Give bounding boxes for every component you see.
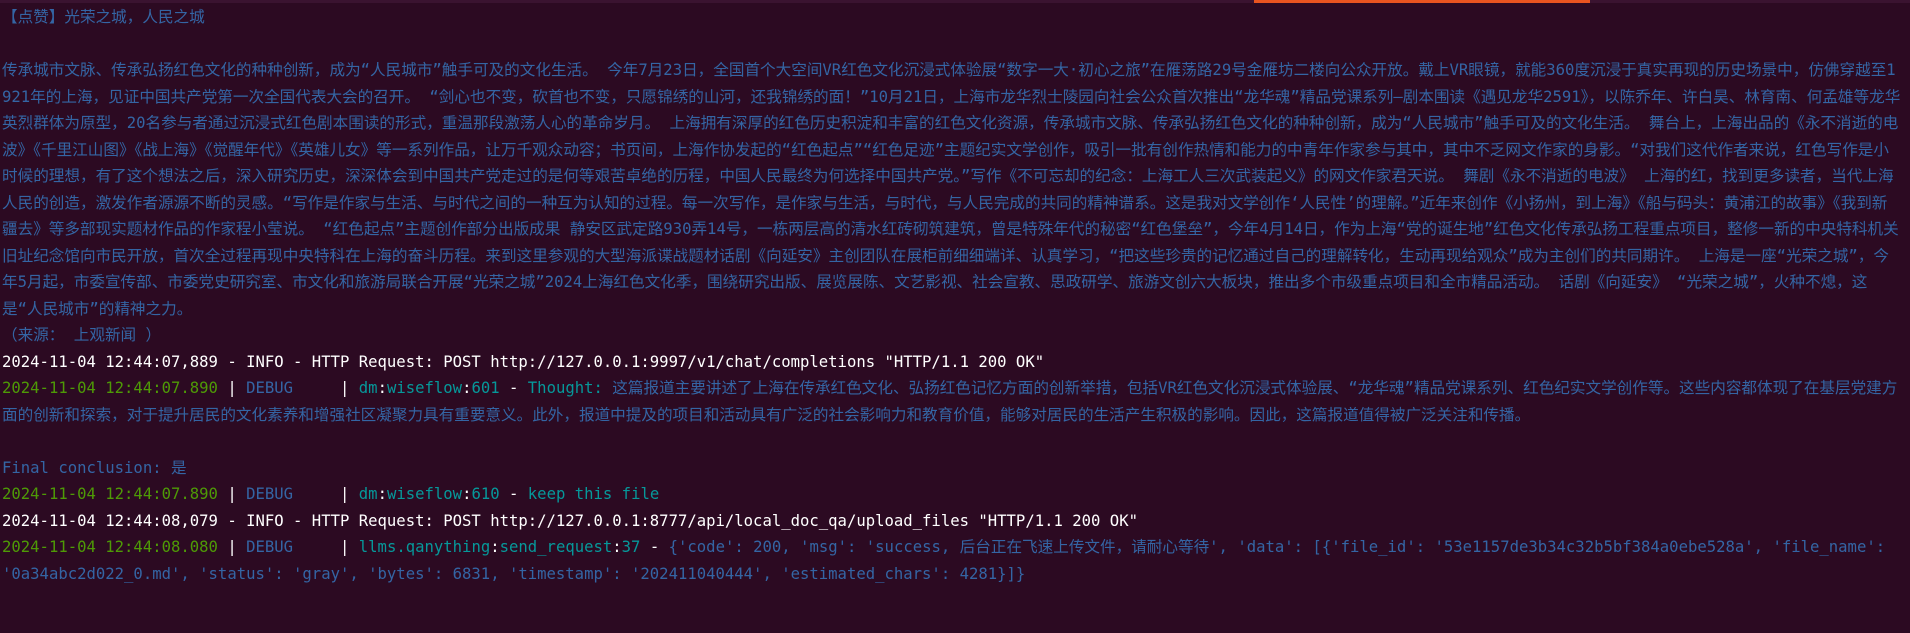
log-function: wiseflow	[386, 379, 463, 397]
log-function: wiseflow	[386, 485, 463, 503]
article-body: 传承城市文脉、传承弘扬红色文化的种种创新，成为“人民城市”触手可及的文化生活。 …	[2, 61, 1901, 318]
log-separator: |	[217, 379, 247, 397]
log-level: DEBUG	[246, 538, 331, 556]
log-timestamp: 2024-11-04 12:44:08.080	[2, 538, 218, 556]
log-debug-line: 2024-11-04 12:44:07.890 | DEBUG | dm:wis…	[2, 481, 1902, 508]
log-dash: -	[640, 538, 669, 556]
log-dash: -	[499, 379, 528, 397]
article-source: （来源： 上观新闻 ）	[2, 326, 162, 344]
log-separator: |	[330, 485, 359, 503]
log-separator: |	[217, 485, 247, 503]
log-separator: |	[330, 379, 359, 397]
log-line-number: 37	[621, 538, 641, 556]
final-conclusion-value: 是	[171, 458, 187, 477]
terminal-output[interactable]: 【点赞】光荣之城，人民之城 传承城市文脉、传承弘扬红色文化的种种创新，成为“人民…	[2, 4, 1902, 587]
log-line-number: 610	[471, 485, 500, 503]
final-conclusion-line: Final conclusion: 是	[2, 455, 1902, 482]
log-debug-line: 2024-11-04 12:44:07.890 | DEBUG | dm:wis…	[2, 375, 1902, 428]
log-line-number: 601	[471, 379, 500, 397]
log-module: dm	[358, 379, 378, 397]
log-colon: :	[377, 485, 387, 503]
log-level: DEBUG	[246, 485, 331, 503]
log-thought-label: Thought:	[527, 379, 613, 397]
log-timestamp: 2024-11-04 12:44:07.890	[2, 379, 218, 397]
log-message: keep this file	[527, 485, 660, 503]
log-level: DEBUG	[246, 379, 331, 397]
article-title: 【点赞】光荣之城，人民之城	[2, 8, 205, 26]
log-info-line: 2024-11-04 12:44:08,079 - INFO - HTTP Re…	[2, 511, 1138, 530]
log-separator: |	[217, 538, 247, 556]
log-timestamp: 2024-11-04 12:44:07.890	[2, 485, 218, 503]
active-tab-indicator[interactable]	[1254, 0, 1590, 3]
log-colon: :	[377, 379, 387, 397]
log-colon: :	[612, 538, 622, 556]
log-function: send_request	[499, 538, 613, 556]
log-module: dm	[358, 485, 378, 503]
log-info-line: 2024-11-04 12:44:07,889 - INFO - HTTP Re…	[2, 352, 1045, 371]
log-dash: -	[499, 485, 528, 503]
log-module: llms.qanything	[358, 538, 491, 556]
terminal-top-border	[0, 0, 1910, 3]
log-separator: |	[330, 538, 359, 556]
final-conclusion-label: Final conclusion:	[2, 458, 171, 477]
log-colon: :	[490, 538, 500, 556]
log-debug-line: 2024-11-04 12:44:08.080 | DEBUG | llms.q…	[2, 534, 1902, 587]
